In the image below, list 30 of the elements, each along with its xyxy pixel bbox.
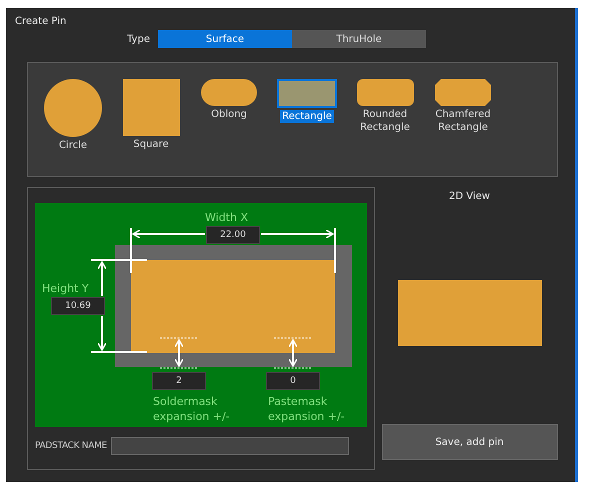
pastemask-input[interactable]: 0 — [266, 372, 320, 390]
shape-option[interactable]: Rectangle — [280, 110, 334, 123]
expansion-arrow — [160, 338, 198, 368]
chamfered-rectangle-pad-icon — [435, 79, 491, 106]
height-label: Height Y — [42, 281, 89, 296]
type-label: Type — [127, 34, 150, 44]
shape-option[interactable]: Circle — [56, 139, 90, 152]
padstack-name-label: PADSTACK NAME — [35, 441, 107, 451]
shape-option[interactable]: Rounded Rectangle — [355, 108, 415, 134]
rectangle-pad-icon — [277, 79, 337, 108]
width-input[interactable]: 22.00 — [206, 226, 260, 244]
type-option[interactable]: Surface — [158, 30, 292, 48]
padstack-name-input[interactable] — [110, 437, 349, 455]
shape-option[interactable]: Chamfered Rectangle — [433, 108, 493, 134]
soldermask-label: Soldermask expansion +/- — [153, 394, 231, 424]
oblong-pad-icon — [201, 79, 257, 106]
expansion-arrow — [274, 338, 312, 368]
square-pad-icon — [122, 79, 180, 136]
shape-option[interactable]: Square — [131, 138, 171, 151]
rounded-rectangle-pad-icon — [356, 79, 414, 106]
preview-title: 2D View — [449, 191, 490, 202]
soldermask-input[interactable]: 2 — [152, 372, 206, 390]
save-button[interactable]: Save, add pin — [382, 424, 558, 460]
type-option[interactable]: ThruHole — [292, 30, 426, 48]
shape-option[interactable]: Oblong — [209, 108, 249, 121]
height-input[interactable]: 10.69 — [51, 297, 105, 315]
pastemask-label: Pastemask expansion +/- — [268, 394, 346, 424]
width-label: Width X — [205, 210, 248, 225]
window-title: Create Pin — [15, 16, 68, 29]
circle-pad-icon — [44, 79, 102, 137]
